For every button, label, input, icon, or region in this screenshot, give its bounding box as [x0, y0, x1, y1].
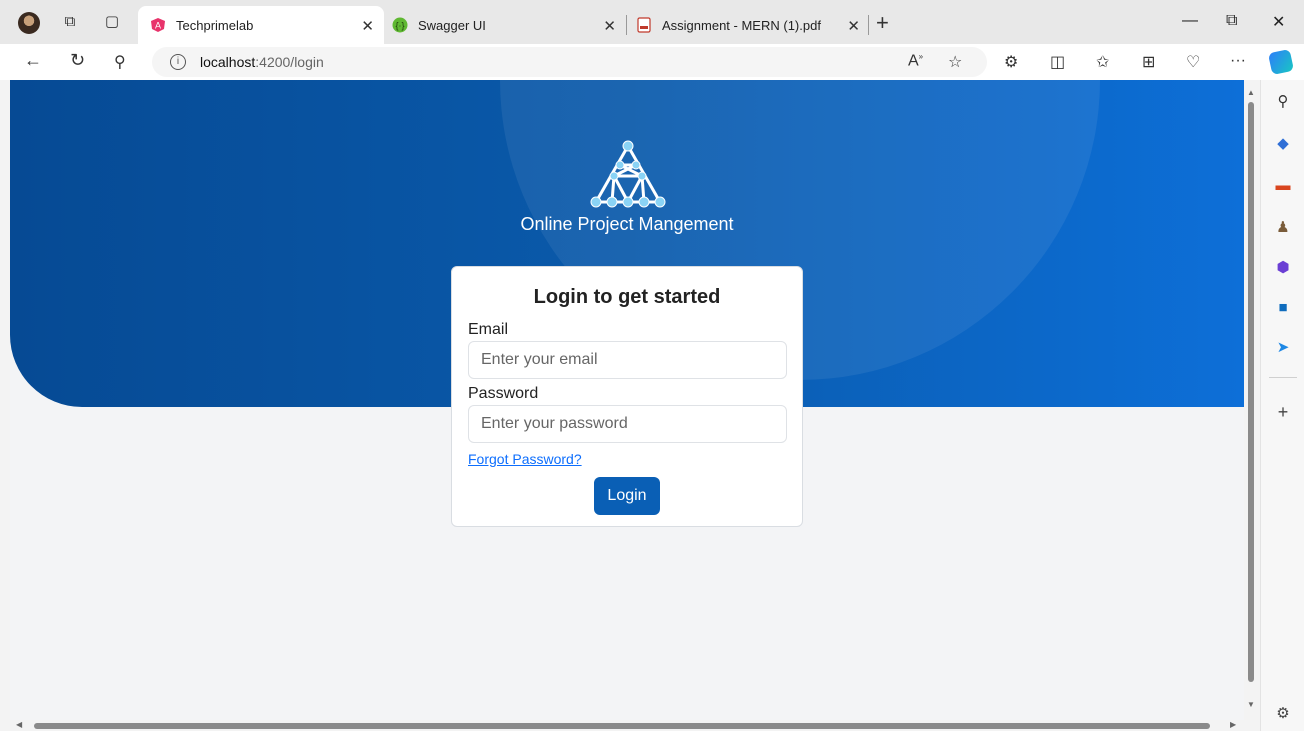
forgot-password-link[interactable]: Forgot Password? [468, 451, 786, 467]
sidebar-search-icon[interactable]: ⚲ [1273, 92, 1293, 112]
login-card: Login to get started Email Password Forg… [451, 266, 803, 527]
scroll-right-arrow-icon[interactable]: ▶ [1230, 720, 1236, 729]
tab-strip: ⧉ ▢ A Techprimelab ✕ {·} Swagger UI ✕ As… [0, 0, 1304, 44]
login-button[interactable]: Login [594, 477, 660, 515]
vertical-scroll-thumb[interactable] [1248, 102, 1254, 682]
password-label: Password [468, 385, 539, 402]
favorite-star-icon[interactable]: ☆ [948, 52, 962, 72]
add-sidebar-app-icon[interactable]: + [1273, 402, 1293, 422]
email-input[interactable] [468, 341, 787, 379]
microsoft365-icon[interactable]: ⬢ [1273, 258, 1293, 278]
scroll-down-arrow-icon[interactable]: ▼ [1247, 700, 1255, 709]
sidebar-divider [1269, 377, 1297, 378]
tools-icon[interactable]: ▬ [1273, 176, 1293, 196]
login-heading: Login to get started [533, 286, 721, 308]
svg-text:A: A [155, 21, 161, 31]
close-tab-icon[interactable]: ✕ [361, 17, 374, 35]
horizontal-scroll-thumb[interactable] [34, 723, 1210, 729]
pdf-icon [637, 17, 651, 33]
copilot-icon[interactable] [1267, 48, 1295, 76]
workspaces-icon[interactable]: ⧉ [62, 14, 78, 30]
edge-sidebar: ⚲ ◆ ▬ ♟ ⬢ ■ ➤ + ⚙ [1260, 80, 1304, 731]
profile-avatar[interactable] [18, 12, 40, 34]
tab-techprimelab[interactable]: A Techprimelab ✕ [138, 6, 384, 44]
outlook-icon[interactable]: ■ [1273, 298, 1293, 318]
browser-toolbar: ← ↻ ⚲ i localhost:4200/login A» ☆ ⚙ ◫ ✩ … [0, 44, 1304, 80]
horizontal-scrollbar[interactable]: ◀ ▶ [10, 720, 1244, 731]
svg-text:{·}: {·} [395, 21, 404, 31]
close-tab-icon[interactable]: ✕ [603, 17, 616, 35]
collections-icon[interactable]: ⊞ [1142, 52, 1155, 72]
vertical-scrollbar[interactable]: ▲ ▼ [1244, 80, 1258, 720]
site-info-icon[interactable]: i [170, 54, 186, 70]
password-input[interactable] [468, 405, 787, 443]
scroll-left-arrow-icon[interactable]: ◀ [16, 720, 22, 729]
games-icon[interactable]: ♟ [1273, 218, 1293, 238]
tab-title: Techprimelab [176, 17, 254, 33]
sidebar-settings-icon[interactable]: ⚙ [1273, 704, 1293, 724]
back-icon[interactable]: ← [24, 50, 42, 71]
minimize-button[interactable]: — [1182, 12, 1198, 30]
tab-actions-icon[interactable]: ▢ [104, 14, 120, 30]
browser-essentials-icon[interactable]: ♡ [1186, 52, 1200, 72]
more-menu-icon[interactable]: ··· [1230, 52, 1246, 70]
email-label: Email [468, 321, 509, 338]
shopping-tag-icon[interactable]: ◆ [1273, 134, 1293, 154]
swagger-icon: {·} [392, 17, 408, 33]
split-screen-icon[interactable]: ◫ [1050, 52, 1065, 72]
new-tab-button[interactable]: + [876, 10, 889, 36]
address-path: :4200/login [255, 54, 324, 70]
address-bar[interactable]: i localhost:4200/login [152, 47, 987, 77]
extensions-icon[interactable]: ⚙ [1004, 52, 1018, 72]
app-name: Online Project Mangement [520, 214, 734, 234]
send-icon[interactable]: ➤ [1273, 338, 1293, 358]
restore-button[interactable]: ⧉ [1226, 12, 1237, 30]
refresh-icon[interactable]: ↻ [70, 50, 85, 71]
tab-title: Swagger UI [418, 17, 486, 33]
address-host: localhost [200, 54, 256, 70]
favorites-icon[interactable]: ✩ [1096, 52, 1109, 72]
search-icon[interactable]: ⚲ [114, 52, 126, 72]
page-viewport: Online Project Mangement Login to get st… [10, 80, 1244, 720]
close-tab-icon[interactable]: ✕ [847, 17, 860, 35]
scroll-up-arrow-icon[interactable]: ▲ [1247, 88, 1255, 97]
tab-title: Assignment - MERN (1).pdf [662, 17, 821, 33]
tab-assignment-pdf[interactable]: Assignment - MERN (1).pdf ✕ [624, 6, 870, 44]
read-aloud-icon[interactable]: A» [908, 52, 923, 70]
close-window-button[interactable]: ✕ [1272, 12, 1285, 32]
app-logo-icon [590, 140, 666, 208]
tab-separator [868, 15, 869, 35]
angular-icon: A [151, 18, 165, 32]
tab-swagger[interactable]: {·} Swagger UI ✕ [380, 6, 626, 44]
